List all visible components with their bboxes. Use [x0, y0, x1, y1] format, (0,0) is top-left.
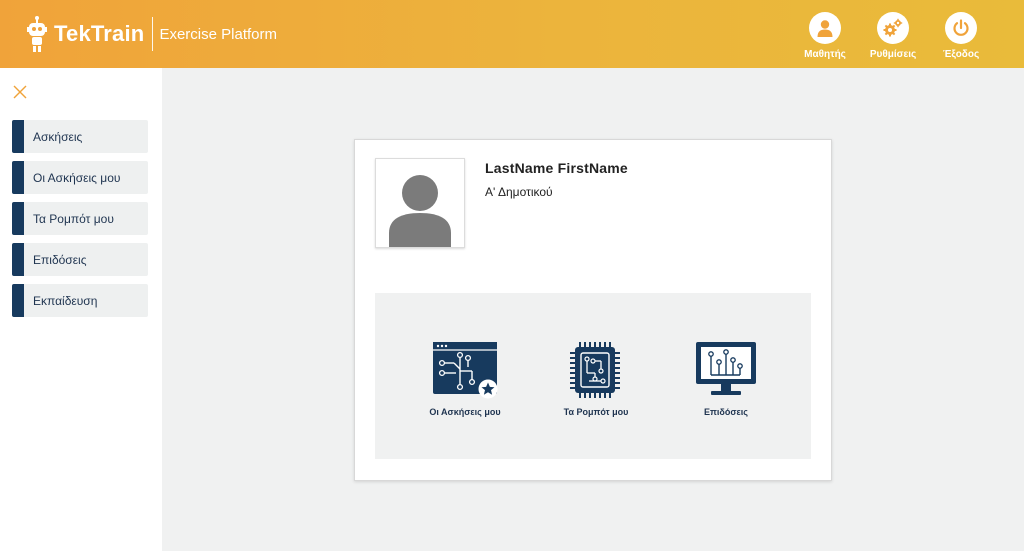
chip-icon — [570, 342, 620, 398]
profile-card: LastName FirstName Α' Δημοτικού Οι Ασκήσ… — [354, 139, 832, 481]
exercise-window-icon — [433, 342, 498, 399]
avatar — [375, 158, 465, 248]
brand-tagline: Exercise Platform — [159, 25, 277, 43]
tile-my-exercises[interactable]: Οι Ασκήσεις μου — [410, 341, 520, 417]
user-name: LastName FirstName — [485, 160, 628, 176]
monitor-circuit-icon — [696, 342, 756, 395]
sidebar-item-my-exercises[interactable]: Οι Ασκήσεις μου — [12, 161, 148, 194]
sidebar-item-label: Τα Ρομπότ μου — [33, 211, 114, 226]
gears-icon — [877, 12, 909, 44]
tile-label: Τα Ρομπότ μου — [563, 407, 629, 417]
student-button[interactable]: Μαθητής — [802, 12, 848, 60]
settings-label: Ρυθμίσεις — [869, 49, 917, 60]
sidebar-item-performance[interactable]: Επιδόσεις — [12, 243, 148, 276]
avatar-placeholder-icon — [389, 175, 451, 247]
close-icon[interactable] — [12, 84, 28, 100]
tile-label: Οι Ασκήσεις μου — [429, 407, 501, 417]
top-actions: Μαθητής Ρυθμίσεις Έξοδος — [802, 12, 984, 60]
user-icon — [809, 12, 841, 44]
logout-label: Έξοδος — [942, 49, 980, 60]
sidebar-item-label: Επιδόσεις — [33, 252, 87, 267]
logout-button[interactable]: Έξοδος — [938, 12, 984, 60]
sidebar-item-exercises[interactable]: Ασκήσεις — [12, 120, 148, 153]
tile-my-robots[interactable]: Τα Ρομπότ μου — [541, 341, 651, 417]
user-class: Α' Δημοτικού — [485, 185, 553, 199]
brand-divider — [152, 17, 154, 51]
robot-logo-icon — [27, 16, 47, 52]
sidebar-item-my-robots[interactable]: Τα Ρομπότ μου — [12, 202, 148, 235]
brand[interactable]: TekTrain Exercise Platform — [24, 14, 277, 54]
sidebar: Ασκήσεις Οι Ασκήσεις μου Τα Ρομπότ μου Ε… — [0, 68, 162, 551]
sidebar-item-label: Οι Ασκήσεις μου — [33, 170, 121, 185]
quick-links: Οι Ασκήσεις μου Τα Ρομπότ μου Επιδόσεις — [375, 293, 811, 459]
sidebar-item-label: Εκπαίδευση — [33, 293, 98, 308]
sidebar-menu: Ασκήσεις Οι Ασκήσεις μου Τα Ρομπότ μου Ε… — [12, 120, 148, 325]
brand-name: TekTrain — [54, 21, 145, 46]
power-icon — [945, 12, 977, 44]
sidebar-item-label: Ασκήσεις — [33, 129, 83, 144]
settings-button[interactable]: Ρυθμίσεις — [870, 12, 916, 60]
student-label: Μαθητής — [804, 49, 846, 60]
sidebar-item-training[interactable]: Εκπαίδευση — [12, 284, 148, 317]
top-bar: TekTrain Exercise Platform Μαθητής Ρυθμί… — [0, 0, 1024, 68]
tile-performance[interactable]: Επιδόσεις — [671, 341, 781, 417]
tile-label: Επιδόσεις — [704, 407, 748, 417]
